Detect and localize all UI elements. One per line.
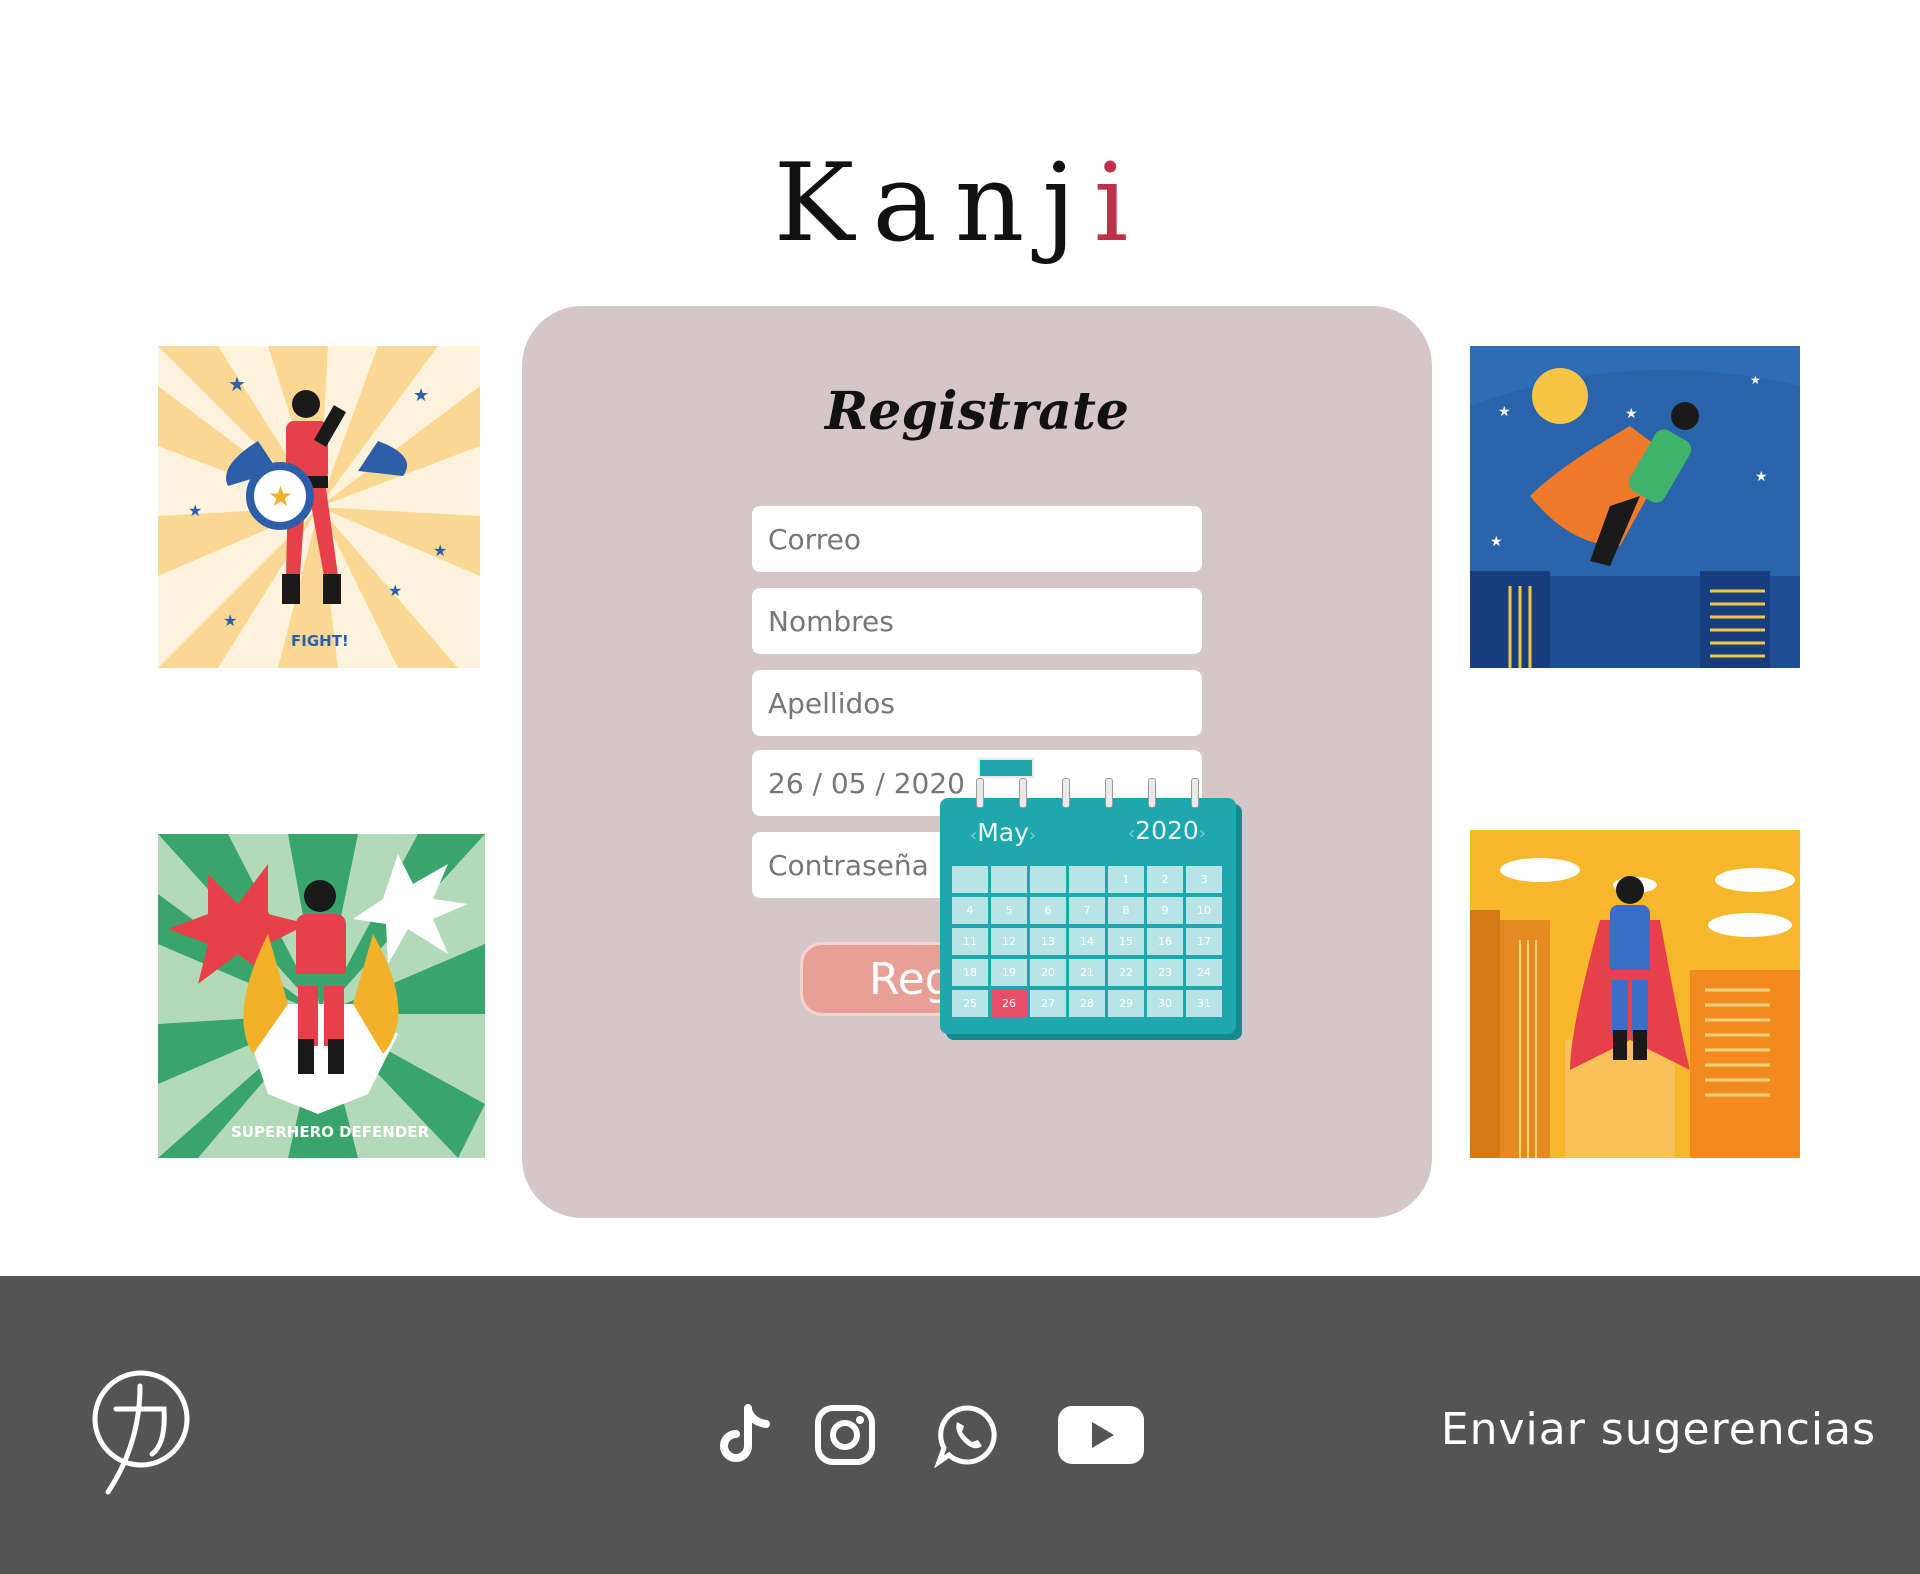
- calendar-day[interactable]: 30: [1147, 990, 1183, 1017]
- superhero-defender-caption: SUPERHERO DEFENDER: [231, 1123, 430, 1141]
- calendar-day[interactable]: 26: [991, 990, 1027, 1017]
- calendar-month-label: May: [977, 818, 1029, 847]
- illustration-hero-city-day: [1470, 830, 1800, 1158]
- calendar-day[interactable]: 20: [1030, 959, 1066, 986]
- registration-card: Registrate Correo Nombres Apellidos 26 /…: [522, 306, 1432, 1218]
- surnames-field[interactable]: Apellidos: [752, 670, 1202, 736]
- svg-text:★: ★: [268, 480, 293, 513]
- calendar-empty-cell: [1069, 866, 1105, 893]
- kanji-chikara-logo-icon[interactable]: [86, 1364, 196, 1498]
- chevron-right-icon[interactable]: ›: [1029, 825, 1036, 846]
- calendar-day[interactable]: 1: [1108, 866, 1144, 893]
- calendar-day[interactable]: 13: [1030, 928, 1066, 955]
- illustration-hero-fight: ★ ★ ★ ★ ★ ★ ★ FIGHT!: [158, 346, 480, 668]
- fight-caption: FIGHT!: [291, 632, 349, 650]
- calendar-day[interactable]: 2: [1147, 866, 1183, 893]
- names-field[interactable]: Nombres: [752, 588, 1202, 654]
- calendar-day[interactable]: 15: [1108, 928, 1144, 955]
- date-picker-calendar[interactable]: ‹May› ‹2020› 1 2 3 4 5 6 7 8 9 10 11 12 13 14 15 16 17 18…: [940, 758, 1236, 1034]
- calendar-month-selector[interactable]: ‹May›: [970, 818, 1036, 847]
- illustration-hero-defender: SUPERHERO DEFENDER: [158, 834, 485, 1158]
- calendar-year-selector[interactable]: ‹2020›: [1128, 816, 1206, 845]
- calendar-clip: [978, 758, 1034, 778]
- calendar-day[interactable]: 17: [1186, 928, 1222, 955]
- logo-text: Kanj: [773, 141, 1094, 266]
- calendar-day[interactable]: 23: [1147, 959, 1183, 986]
- calendar-empty-cell: [991, 866, 1027, 893]
- calendar-day[interactable]: 19: [991, 959, 1027, 986]
- svg-text:★: ★: [188, 501, 202, 520]
- calendar-day[interactable]: 6: [1030, 897, 1066, 924]
- svg-text:★: ★: [433, 541, 447, 560]
- calendar-ring: [1019, 778, 1027, 808]
- illustration-hero-night-flight: ★★ ★★ ★★: [1470, 346, 1800, 668]
- calendar-ring: [1148, 778, 1156, 808]
- tiktok-icon[interactable]: [712, 1402, 778, 1468]
- calendar-day-grid: 1 2 3 4 5 6 7 8 9 10 11 12 13 14 15 16 17 18 19 20 21 22 23 24 2…: [952, 866, 1224, 1017]
- calendar-empty-cell: [952, 866, 988, 893]
- calendar-ring: [1105, 778, 1113, 808]
- svg-text:★: ★: [388, 581, 402, 600]
- svg-text:★: ★: [1490, 534, 1503, 550]
- svg-text:★: ★: [1750, 373, 1761, 387]
- calendar-day[interactable]: 14: [1069, 928, 1105, 955]
- svg-text:★: ★: [228, 372, 246, 396]
- calendar-ring: [1191, 778, 1199, 808]
- calendar-day[interactable]: 27: [1030, 990, 1066, 1017]
- send-suggestions-link[interactable]: Enviar sugerencias: [1441, 1404, 1876, 1455]
- email-field[interactable]: Correo: [752, 506, 1202, 572]
- calendar-day[interactable]: 28: [1069, 990, 1105, 1017]
- calendar-ring: [976, 778, 984, 808]
- calendar-day[interactable]: 5: [991, 897, 1027, 924]
- svg-text:★: ★: [413, 385, 429, 406]
- calendar-day[interactable]: 21: [1069, 959, 1105, 986]
- svg-text:★: ★: [1498, 404, 1511, 420]
- svg-text:★: ★: [1625, 406, 1638, 422]
- form-title: Registrate: [825, 381, 1129, 442]
- calendar-day[interactable]: 24: [1186, 959, 1222, 986]
- calendar-day[interactable]: 3: [1186, 866, 1222, 893]
- calendar-day[interactable]: 18: [952, 959, 988, 986]
- app-logo: Kanji: [0, 150, 1920, 258]
- svg-text:★: ★: [1755, 469, 1768, 485]
- calendar-day[interactable]: 7: [1069, 897, 1105, 924]
- logo-dot-letter: i: [1093, 141, 1147, 266]
- youtube-icon[interactable]: [1056, 1402, 1146, 1468]
- calendar-day[interactable]: 8: [1108, 897, 1144, 924]
- calendar-day[interactable]: 29: [1108, 990, 1144, 1017]
- calendar-empty-cell: [1030, 866, 1066, 893]
- calendar-day[interactable]: 31: [1186, 990, 1222, 1017]
- calendar-day[interactable]: 11: [952, 928, 988, 955]
- calendar-year-label: 2020: [1135, 816, 1199, 845]
- calendar-day[interactable]: 10: [1186, 897, 1222, 924]
- calendar-day[interactable]: 4: [952, 897, 988, 924]
- instagram-icon[interactable]: [812, 1402, 878, 1468]
- chevron-right-icon[interactable]: ›: [1199, 823, 1206, 844]
- calendar-day[interactable]: 16: [1147, 928, 1183, 955]
- svg-text:★: ★: [223, 611, 237, 630]
- whatsapp-icon[interactable]: [934, 1402, 1000, 1469]
- calendar-day[interactable]: 25: [952, 990, 988, 1017]
- calendar-day[interactable]: 22: [1108, 959, 1144, 986]
- calendar-day[interactable]: 9: [1147, 897, 1183, 924]
- footer: Enviar sugerencias: [0, 1276, 1920, 1574]
- calendar-day[interactable]: 12: [991, 928, 1027, 955]
- calendar-ring: [1062, 778, 1070, 808]
